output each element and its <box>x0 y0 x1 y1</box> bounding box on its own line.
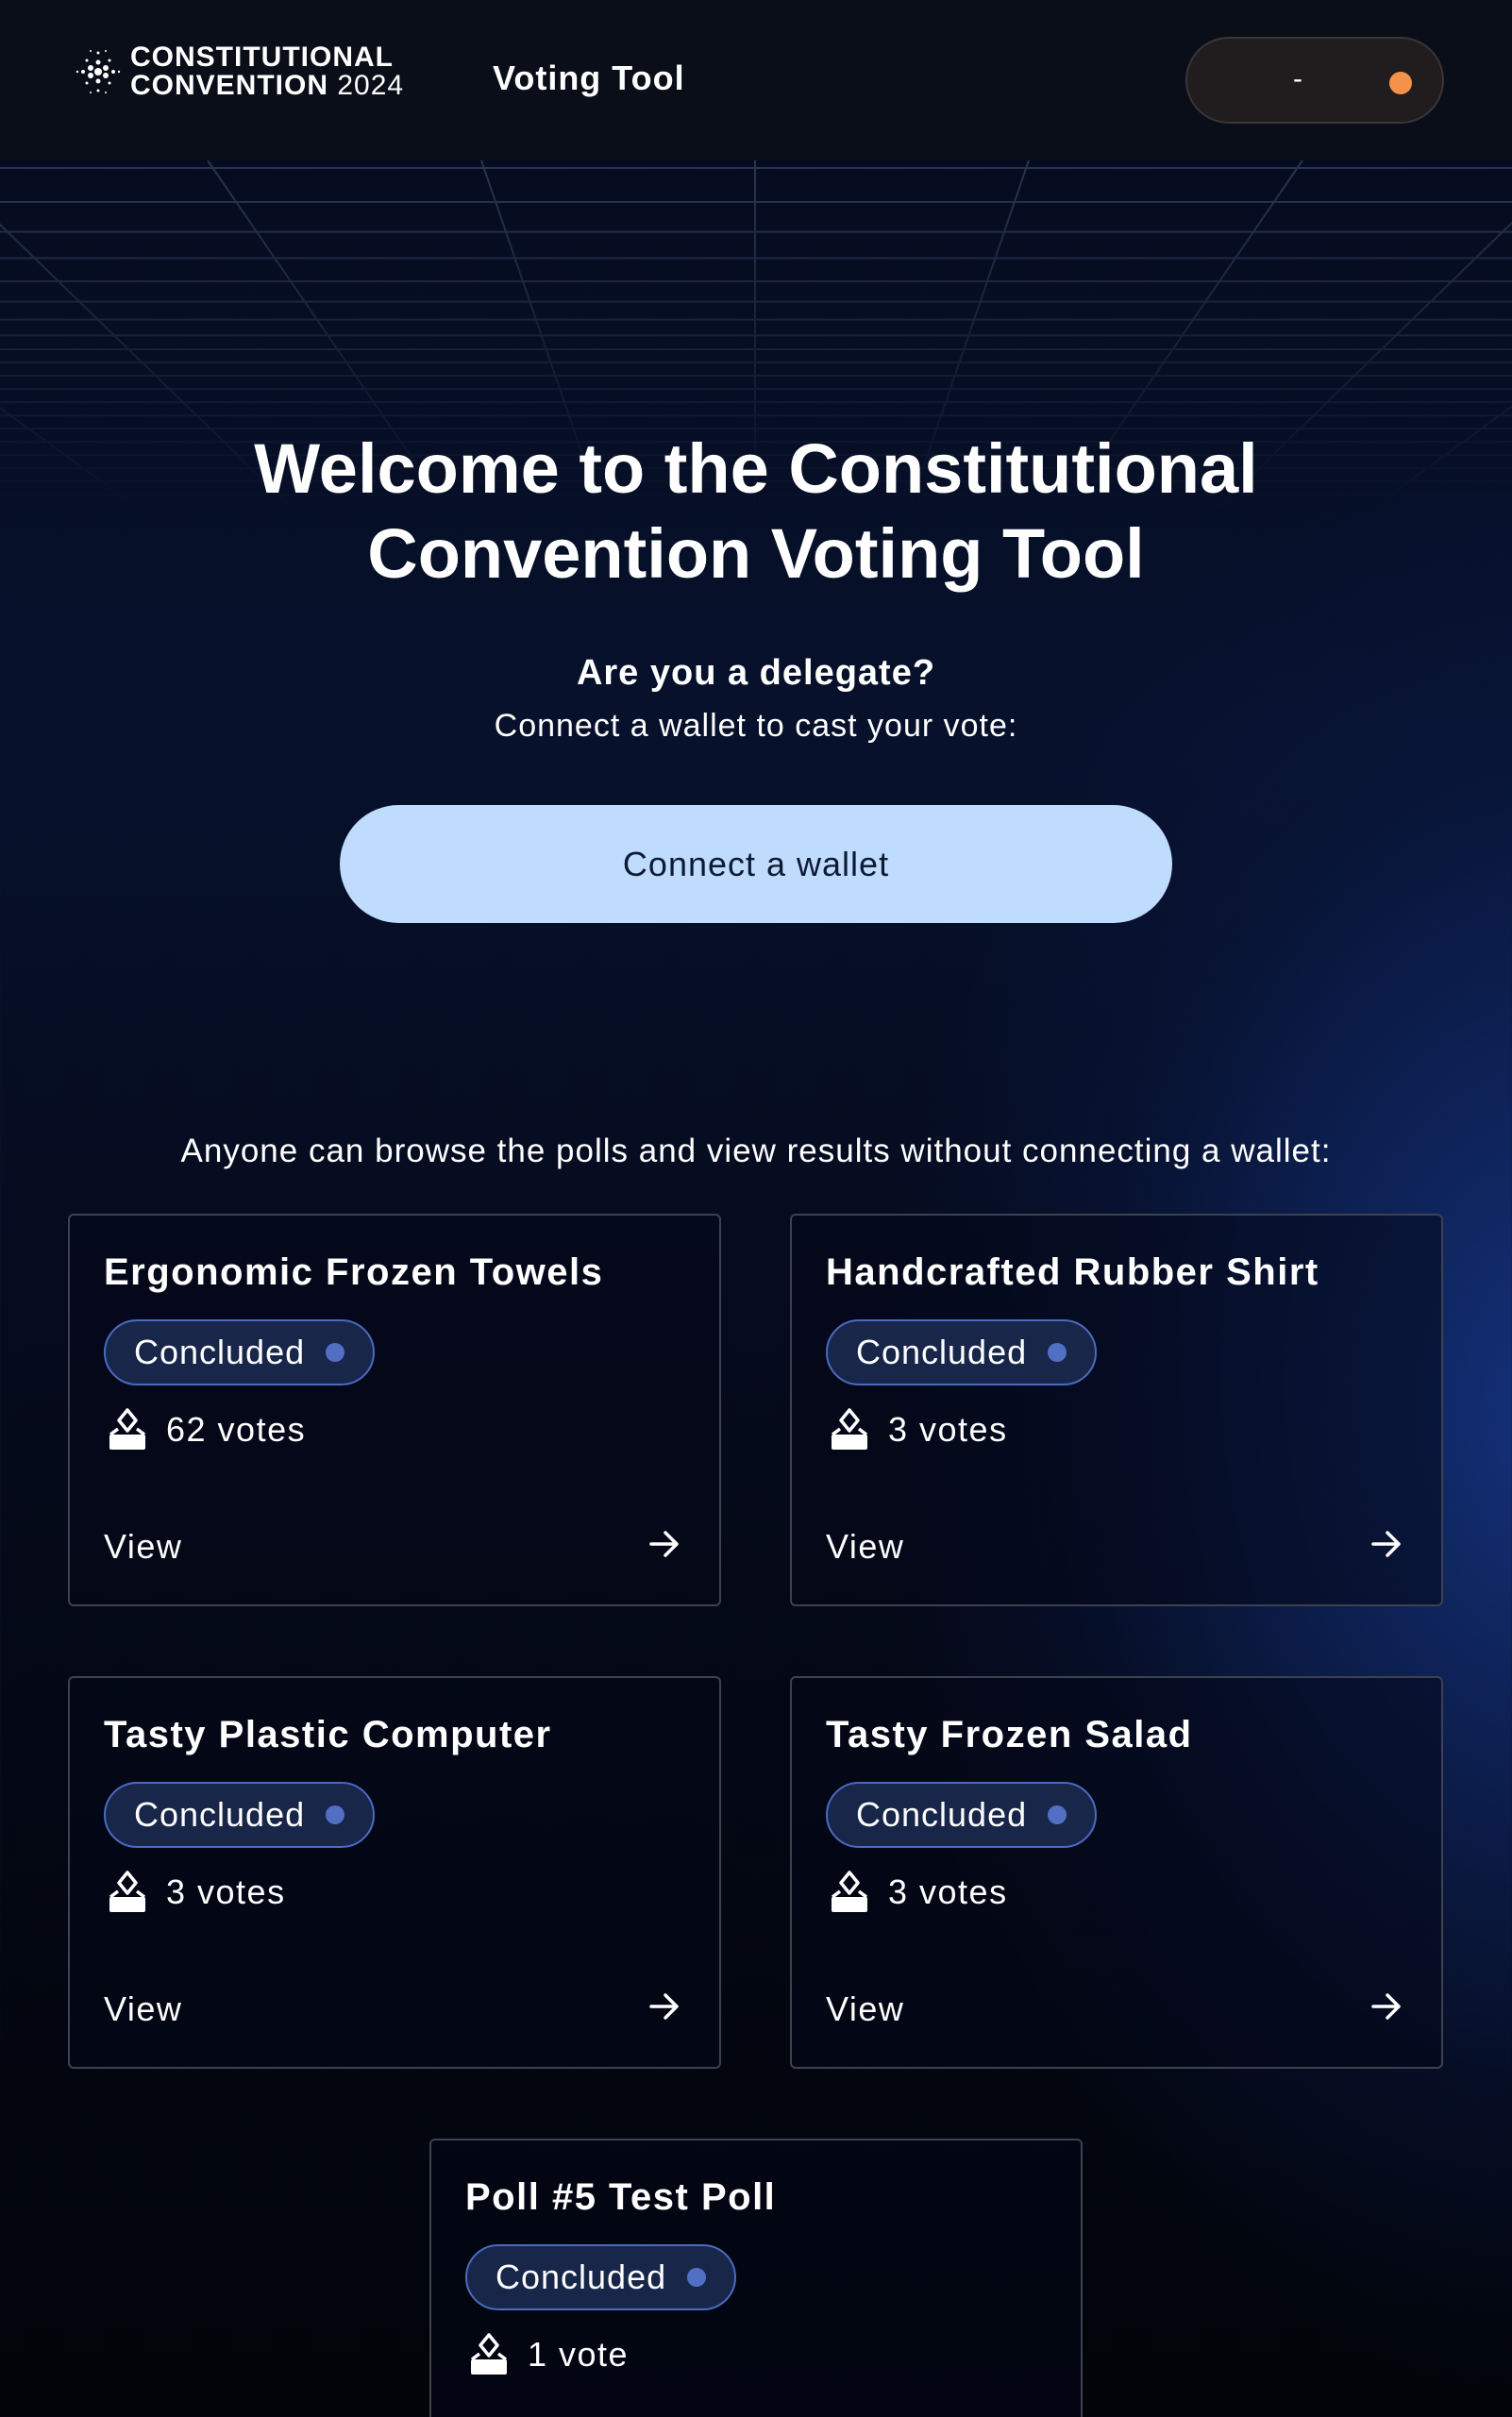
status-label: Concluded <box>134 1333 306 1371</box>
logo[interactable]: CONSTITUTIONAL CONVENTION 2024 <box>76 43 404 100</box>
arrow-right-icon[interactable] <box>1368 1988 1405 2025</box>
status-dot-icon <box>1389 72 1412 94</box>
view-link[interactable]: View <box>826 1989 904 2029</box>
poll-title: Poll #5 Test Poll <box>465 2176 777 2218</box>
ballot-box-icon <box>831 1871 868 1912</box>
status-badge: Concluded <box>465 2244 737 2310</box>
poll-card[interactable]: Tasty Frozen Salad Concluded 3 votes Vie… <box>790 1676 1443 2069</box>
logo-line1: CONSTITUTIONAL <box>130 42 394 73</box>
view-link[interactable]: View <box>826 1527 904 1567</box>
status-badge: Concluded <box>104 1319 376 1385</box>
vote-count: 3 votes <box>166 1872 286 1911</box>
poll-card[interactable]: Tasty Plastic Computer Concluded 3 votes… <box>68 1676 721 2069</box>
arrow-right-icon[interactable] <box>1368 1525 1405 1563</box>
logo-year: 2024 <box>337 70 405 101</box>
vote-count: 3 votes <box>888 1872 1008 1911</box>
page-title: Welcome to the Constitutional Convention… <box>254 429 1258 593</box>
delegate-question: Are you a delegate? <box>576 653 936 693</box>
status-dot-icon <box>1048 1343 1067 1362</box>
status-badge: Concluded <box>104 1782 376 1848</box>
wallet-status-button[interactable]: - <box>1185 37 1444 124</box>
vote-count: 1 vote <box>528 2335 630 2374</box>
view-link[interactable]: View <box>104 1989 182 2029</box>
status-label: Concluded <box>134 1795 306 1834</box>
status-badge: Concluded <box>826 1319 1098 1385</box>
status-dot-icon <box>1048 1805 1067 1824</box>
poll-title: Handcrafted Rubber Shirt <box>826 1251 1319 1293</box>
connect-wallet-button[interactable]: Connect a wallet <box>340 805 1172 923</box>
status-dot-icon <box>326 1805 345 1824</box>
ballot-box-icon <box>109 1408 146 1450</box>
poll-title: Tasty Frozen Salad <box>826 1714 1193 1755</box>
status-label: Concluded <box>856 1333 1028 1371</box>
poll-title: Ergonomic Frozen Towels <box>104 1251 604 1293</box>
connect-instruction: Connect a wallet to cast your vote: <box>494 708 1018 744</box>
status-label: Concluded <box>496 2258 667 2296</box>
poll-card[interactable]: Poll #5 Test Poll Concluded 1 vote View <box>429 2139 1083 2417</box>
status-dot-icon <box>326 1343 345 1362</box>
arrow-right-icon[interactable] <box>646 1988 683 2025</box>
app-name[interactable]: Voting Tool <box>493 59 685 98</box>
arrow-right-icon[interactable] <box>646 1525 683 1563</box>
ballot-box-icon <box>470 2333 508 2375</box>
status-dot-icon <box>687 2268 707 2287</box>
wallet-label: - <box>1293 63 1302 94</box>
cardano-logo-icon <box>76 50 121 93</box>
status-label: Concluded <box>856 1795 1028 1834</box>
logo-line2: CONVENTION <box>130 70 329 101</box>
poll-card[interactable]: Handcrafted Rubber Shirt Concluded 3 vot… <box>790 1214 1443 1606</box>
ballot-box-icon <box>109 1871 146 1912</box>
poll-title: Tasty Plastic Computer <box>104 1714 552 1755</box>
status-badge: Concluded <box>826 1782 1098 1848</box>
poll-card[interactable]: Ergonomic Frozen Towels Concluded 62 vot… <box>68 1214 721 1606</box>
vote-count: 62 votes <box>166 1410 307 1449</box>
ballot-box-icon <box>831 1408 868 1450</box>
vote-count: 3 votes <box>888 1410 1008 1449</box>
view-link[interactable]: View <box>104 1527 182 1567</box>
polls-intro: Anyone can browse the polls and view res… <box>180 1133 1332 1169</box>
top-nav: CONSTITUTIONAL CONVENTION 2024 Voting To… <box>0 0 1512 160</box>
